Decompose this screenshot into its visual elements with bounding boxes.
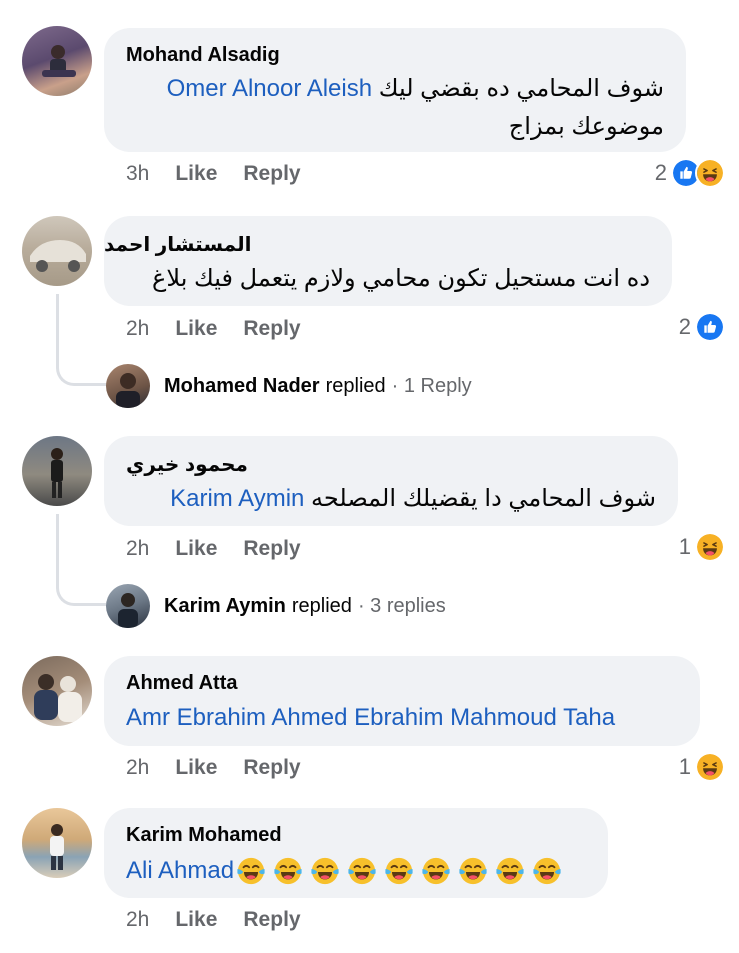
reaction-summary[interactable]: 2 <box>655 158 725 188</box>
thread-connector <box>56 294 106 386</box>
comment-text-line: شوف المحامي ده بقضي ليك <box>378 75 664 102</box>
mention-link[interactable]: Omer Alnoor Aleish <box>167 75 372 102</box>
face-with-tears-of-joy-icon <box>532 856 562 886</box>
reply-button[interactable]: Reply <box>243 537 300 560</box>
comment-meta: 2h Like Reply <box>126 317 301 341</box>
emoji-row <box>236 856 569 886</box>
timestamp[interactable]: 3h <box>126 162 149 185</box>
like-button[interactable]: Like <box>175 908 217 931</box>
avatar[interactable] <box>22 216 92 286</box>
reaction-count: 2 <box>678 314 691 339</box>
comment-bubble: Mohand Alsadig Omer Alnoor Aleish شوف ال… <box>104 28 686 152</box>
reply-button[interactable]: Reply <box>243 162 300 185</box>
reaction-count: 1 <box>678 754 691 779</box>
replied-label: replied <box>325 374 386 397</box>
timestamp[interactable]: 2h <box>126 908 149 931</box>
reply-author: Mohamed Nader <box>164 374 320 397</box>
reaction-count: 1 <box>678 534 691 559</box>
face-with-tears-of-joy-icon <box>310 856 340 886</box>
comment-meta: 3h Like Reply <box>126 162 301 186</box>
comment-text: Karim Aymin شوف المحامي دا يقضيلك المصلح… <box>170 484 656 513</box>
comment-bubble: المستشار احمد ده انت مستحيل تكون محامي و… <box>104 216 672 306</box>
avatar <box>106 364 150 408</box>
haha-icon <box>695 752 725 782</box>
replied-label: replied <box>291 594 352 617</box>
comment-author[interactable]: Karim Mohamed <box>126 824 282 847</box>
comment-bubble: Ahmed Atta Amr Ebrahim Ahmed Ebrahim Mah… <box>104 656 700 746</box>
avatar <box>106 584 150 628</box>
comment-text-line: شوف المحامي دا يقضيلك المصلحه <box>311 485 656 512</box>
comment-text-line: موضوعك بمزاج <box>508 113 664 140</box>
haha-icon <box>695 532 725 562</box>
like-button[interactable]: Like <box>175 537 217 560</box>
comment-author[interactable]: Ahmed Atta <box>126 672 237 695</box>
face-with-tears-of-joy-icon <box>421 856 451 886</box>
comment-text: Omer Alnoor Aleish شوف المحامي ده بقضي ل… <box>167 74 664 103</box>
like-button[interactable]: Like <box>175 317 217 340</box>
thread-connector <box>56 514 106 606</box>
face-with-tears-of-joy-icon <box>495 856 525 886</box>
comment-text: Ali Ahmad <box>126 856 569 886</box>
face-with-tears-of-joy-icon <box>458 856 488 886</box>
mention-link[interactable]: Amr Ebrahim Ahmed Ebrahim Mahmoud Taha <box>126 704 615 731</box>
reaction-summary[interactable]: 1 <box>679 532 725 562</box>
timestamp[interactable]: 2h <box>126 317 149 340</box>
reply-button[interactable]: Reply <box>243 756 300 779</box>
haha-icon <box>695 158 725 188</box>
avatar[interactable] <box>22 26 92 96</box>
comment-bubble: Karim Mohamed Ali Ahmad <box>104 808 608 898</box>
reply-count[interactable]: · 1 Reply <box>392 375 472 398</box>
face-with-tears-of-joy-icon <box>236 856 266 886</box>
comment-bubble: محمود خيري Karim Aymin شوف المحامي دا يق… <box>104 436 678 526</box>
mention-link[interactable]: Ali Ahmad <box>126 857 234 885</box>
avatar[interactable] <box>22 436 92 506</box>
comment-author[interactable]: المستشار احمد <box>104 232 251 257</box>
comment-text: Amr Ebrahim Ahmed Ebrahim Mahmoud Taha <box>126 704 615 732</box>
reply-author: Karim Aymin <box>164 594 286 617</box>
face-with-tears-of-joy-icon <box>273 856 303 886</box>
like-button[interactable]: Like <box>175 756 217 779</box>
reply-button[interactable]: Reply <box>243 317 300 340</box>
comment-text: ده انت مستحيل تكون محامي ولازم يتعمل فيك… <box>152 265 650 292</box>
timestamp[interactable]: 2h <box>126 537 149 560</box>
timestamp[interactable]: 2h <box>126 756 149 779</box>
comment-meta: 2h Like Reply <box>126 537 301 561</box>
face-with-tears-of-joy-icon <box>384 856 414 886</box>
like-icon <box>695 312 725 342</box>
comment-author[interactable]: Mohand Alsadig <box>126 44 280 67</box>
like-button[interactable]: Like <box>175 162 217 185</box>
reaction-count: 2 <box>654 160 667 185</box>
comment-meta: 2h Like Reply <box>126 908 301 932</box>
comment-meta: 2h Like Reply <box>126 756 301 780</box>
view-replies-link[interactable]: Karim Aymin replied · 3 replies <box>106 584 446 628</box>
view-replies-link[interactable]: Mohamed Nader replied · 1 Reply <box>106 364 472 408</box>
reply-count[interactable]: · 3 replies <box>358 595 446 618</box>
avatar[interactable] <box>22 808 92 878</box>
reaction-summary[interactable]: 1 <box>679 752 725 782</box>
avatar[interactable] <box>22 656 92 726</box>
reaction-summary[interactable]: 2 <box>679 312 725 342</box>
reply-button[interactable]: Reply <box>243 908 300 931</box>
comment-author[interactable]: محمود خيري <box>126 452 248 477</box>
mention-link[interactable]: Karim Aymin <box>170 485 304 512</box>
face-with-tears-of-joy-icon <box>347 856 377 886</box>
